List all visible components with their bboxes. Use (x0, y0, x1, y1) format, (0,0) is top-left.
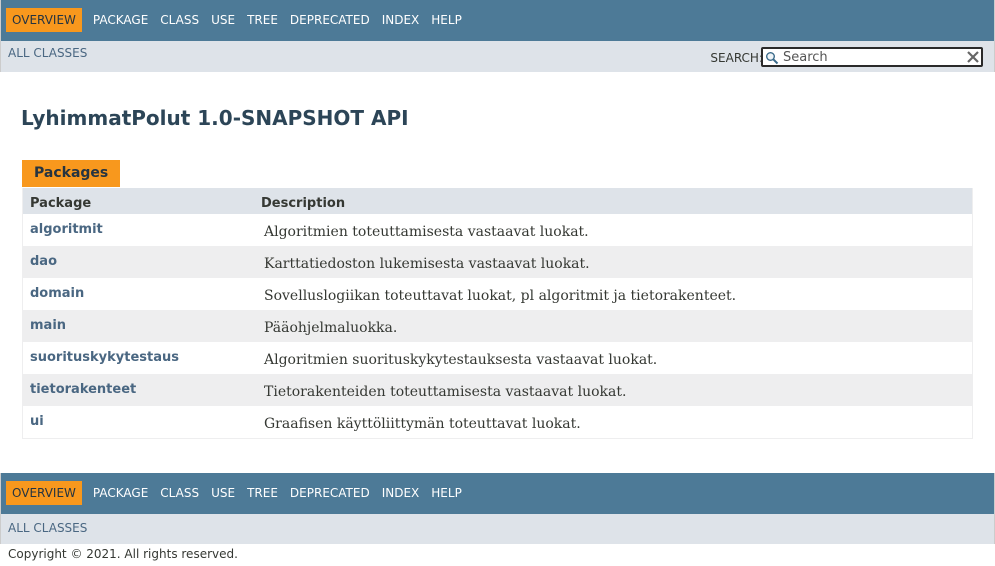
table-row: tietorakenteet Tietorakenteiden toteutta… (23, 374, 972, 406)
package-description: Pääohjelmaluokka. (264, 320, 398, 336)
package-link-ui[interactable]: ui (30, 414, 44, 429)
package-description: Graafisen käyttöliittymän toteuttavat lu… (264, 416, 581, 432)
all-classes-link[interactable]: All Classes (8, 46, 87, 60)
nav-tree[interactable]: Tree (241, 481, 284, 505)
nav-class: Class (160, 13, 200, 27)
nav-index[interactable]: Index (376, 8, 426, 32)
package-description: Algoritmien suorituskykytestauksesta vas… (264, 352, 658, 368)
nav-package: Package (92, 13, 149, 27)
top-nav-list: Overview Package Class Use Tree Deprecat… (6, 8, 468, 32)
search-field[interactable] (761, 47, 983, 67)
search-input[interactable] (783, 49, 963, 65)
package-link-dao[interactable]: dao (30, 254, 57, 269)
bottom-nav-bar: Overview Package Class Use Tree Deprecat… (0, 473, 995, 514)
nav-help[interactable]: Help (425, 481, 468, 505)
search-icon (766, 52, 779, 65)
nav-package: Package (92, 486, 149, 500)
nav-use[interactable]: Use (205, 8, 241, 32)
nav-overview: Overview (6, 481, 82, 505)
table-row: dao Karttatiedoston lukemisesta vastaava… (23, 246, 972, 278)
table-row: algoritmit Algoritmien toteuttamisesta v… (23, 214, 972, 246)
table-header: Package Description (23, 188, 972, 214)
nav-use[interactable]: Use (205, 481, 241, 505)
nav-deprecated[interactable]: Deprecated (284, 8, 376, 32)
package-description: Algoritmien toteuttamisesta vastaavat lu… (264, 224, 589, 240)
copyright-text: Copyright © 2021. All rights reserved. (8, 547, 238, 561)
table-row: suorituskykytestaus Algoritmien suoritus… (23, 342, 972, 374)
nav-deprecated[interactable]: Deprecated (284, 481, 376, 505)
nav-index[interactable]: Index (376, 481, 426, 505)
bottom-sub-nav: All Classes (0, 514, 995, 544)
all-classes-link[interactable]: All Classes (8, 521, 87, 535)
column-header-package: Package (30, 196, 92, 211)
package-link-domain[interactable]: domain (30, 286, 84, 301)
nav-overview: Overview (6, 8, 82, 32)
nav-class: Class (160, 486, 200, 500)
column-header-description: Description (261, 196, 346, 211)
nav-help[interactable]: Help (425, 8, 468, 32)
table-row: main Pääohjelmaluokka. (23, 310, 972, 342)
package-description: Sovelluslogiikan toteuttavat luokat, pl … (264, 288, 737, 304)
reset-icon[interactable] (966, 50, 980, 64)
page-title: LyhimmatPolut 1.0-SNAPSHOT API (21, 106, 409, 130)
search-label: SEARCH: (710, 51, 763, 65)
top-nav-bar: Overview Package Class Use Tree Deprecat… (0, 0, 995, 41)
packages-table: Package Description algoritmit Algoritmi… (22, 188, 973, 439)
table-row: ui Graafisen käyttöliittymän toteuttavat… (23, 406, 972, 438)
package-description: Tietorakenteiden toteuttamisesta vastaav… (264, 384, 627, 400)
package-link-main[interactable]: main (30, 318, 66, 333)
nav-tree[interactable]: Tree (241, 8, 284, 32)
package-description: Karttatiedoston lukemisesta vastaavat lu… (264, 256, 590, 272)
package-link-algoritmit[interactable]: algoritmit (30, 222, 103, 237)
bottom-nav-list: Overview Package Class Use Tree Deprecat… (6, 481, 468, 505)
table-row: domain Sovelluslogiikan toteuttavat luok… (23, 278, 972, 310)
packages-tab: Packages (22, 160, 121, 187)
package-link-tietorakenteet[interactable]: tietorakenteet (30, 382, 136, 397)
package-link-suorituskykytestaus[interactable]: suorituskykytestaus (30, 350, 179, 365)
